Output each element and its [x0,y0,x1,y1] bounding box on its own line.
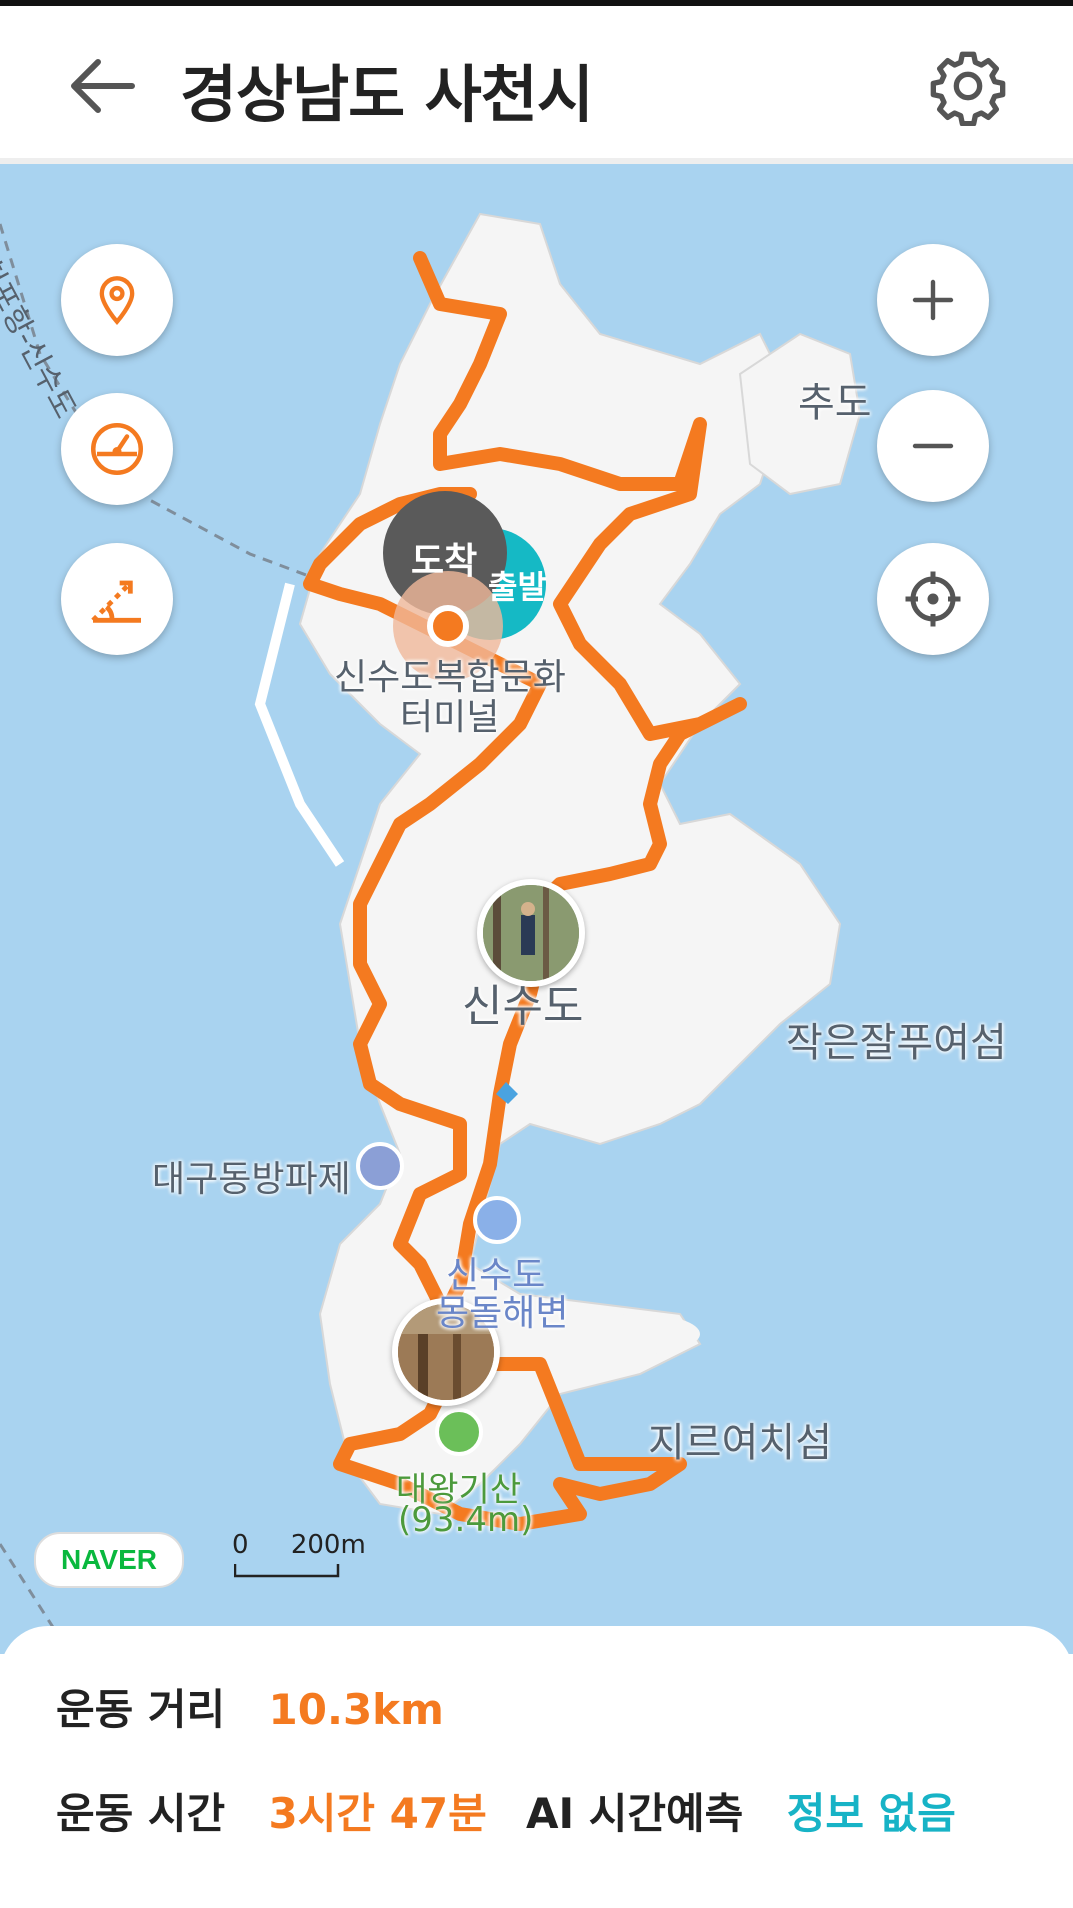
scale-line [234,1564,340,1578]
start-label: 출발 [488,568,547,606]
photo-icon [483,885,579,981]
sinsudo-label: 신수도 [462,981,584,1032]
my-location-icon [905,571,961,627]
distance-row: 운동 거리 10.3km [56,1676,444,1737]
arrival-label: 도착 [411,541,478,582]
location-pin-button[interactable] [61,244,173,356]
speedometer-icon [91,423,143,475]
page-title: 경상남도 사천시 [180,58,594,131]
distance-label: 운동 거리 [56,1685,226,1734]
my-location-button[interactable] [877,543,989,655]
ai-estimate-value: 정보 없음 [786,1789,956,1838]
gear-icon [930,51,1006,127]
time-row: 운동 시간 3시간 47분 [56,1780,487,1841]
elevation-slope-icon [91,580,141,623]
zoom-out-icon [912,443,954,449]
daegudong-label: 대구동방파제 [152,1159,351,1200]
zoom-out-button[interactable] [877,390,989,502]
summit-marker [435,1408,483,1456]
scale-bar: 0 200m [232,1530,366,1578]
scale-zero: 0 [232,1530,249,1560]
speed-button[interactable] [61,393,173,505]
back-button[interactable] [62,46,142,126]
scale-distance: 200m [290,1530,366,1560]
time-value: 3시간 47분 [268,1789,487,1838]
ai-estimate-row: AI 시간예측 정보 없음 [526,1780,956,1841]
naver-logo: NAVER [34,1532,184,1588]
slope-button[interactable] [61,543,173,655]
summit-label-line2: (93.4m) [398,1500,534,1540]
settings-button[interactable] [928,46,1008,127]
arrow-left-icon [71,59,135,113]
beach-label-line2: 몽돌해변 [436,1293,569,1334]
zoom-in-icon [912,279,954,321]
app-header: 경상남도 사천시 [0,6,1073,158]
terminal-label-line2: 터미널 [400,697,500,738]
chudo-label: 추도 [798,380,872,426]
map-view[interactable]: 도착 출발 삼천포항-신수도 추도 신수도복합문화 터미널 신수도 작은잘푸여섬… [0,164,1073,1654]
time-label: 운동 시간 [56,1789,226,1838]
ai-estimate-label: AI 시간예측 [526,1789,744,1838]
stats-panel: 운동 거리 10.3km 운동 시간 3시간 47분 AI 시간예측 정보 없음 [0,1626,1073,1908]
zoom-in-button[interactable] [877,244,989,356]
location-pin-icon [99,276,135,325]
distance-value: 10.3km [268,1685,444,1734]
jireuyeochi-label: 지르여치섬 [648,1420,832,1466]
jageun-island-label: 작은잘푸여섬 [786,1020,1007,1066]
